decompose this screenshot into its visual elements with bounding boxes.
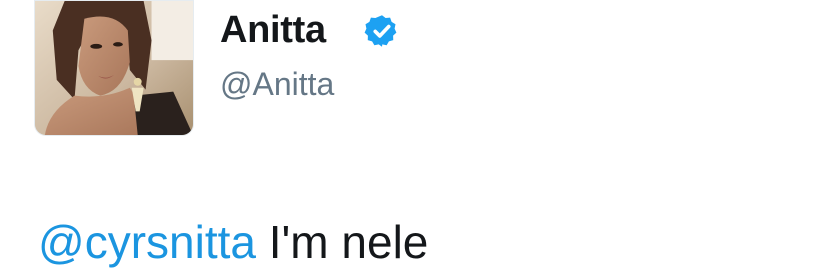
user-handle[interactable]: @Anitta xyxy=(220,64,334,104)
tweet-body: I'm nele xyxy=(255,216,429,268)
tweet-text: @cyrsnitta I'm nele xyxy=(38,214,428,270)
verified-badge-icon xyxy=(364,15,397,47)
tweet-card: Anitta @Anitta @cyrsnitta I'm nele xyxy=(0,0,818,272)
profile-photo-icon xyxy=(35,1,193,135)
display-name[interactable]: Anitta xyxy=(220,8,326,52)
mention-link[interactable]: @cyrsnitta xyxy=(38,216,256,268)
avatar[interactable] xyxy=(34,0,194,136)
